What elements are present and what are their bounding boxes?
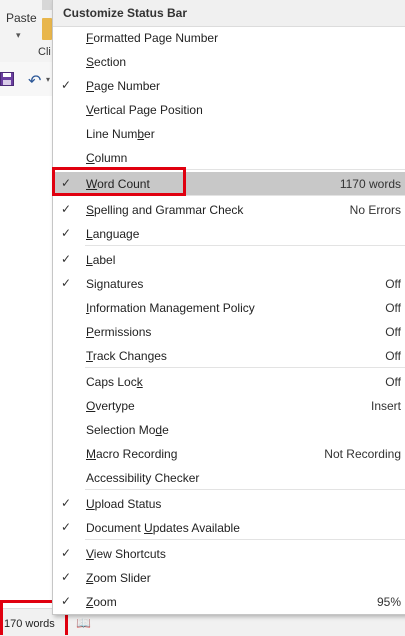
menu-item[interactable]: Section — [53, 50, 405, 74]
checkmark-icon: ✓ — [61, 546, 72, 560]
clipboard-icon — [42, 18, 52, 40]
menu-item-label: Signatures — [86, 277, 144, 291]
menu-item[interactable]: Caps Lock Off — [53, 370, 405, 394]
menu-item[interactable]: ✓ Label — [53, 248, 405, 272]
menu-item-label: Column — [86, 151, 128, 165]
menu-item-label: Section — [86, 55, 127, 69]
checkmark-icon: ✓ — [61, 202, 72, 216]
menu-item[interactable]: Overtype Insert — [53, 394, 405, 418]
menu-item[interactable]: ✓ Document Updates Available — [53, 516, 405, 540]
menu-separator — [85, 539, 405, 540]
menu-item[interactable]: Information Management Policy Off — [53, 296, 405, 320]
menu-item-value: Insert — [370, 399, 401, 413]
menu-item-value: Off — [385, 325, 401, 339]
customize-status-bar-menu: Customize Status Bar Formatted Page Numb… — [52, 0, 405, 615]
menu-separator — [85, 367, 405, 368]
menu-item-label: Track Changes — [86, 349, 167, 363]
menu-item-label: Formatted Page Number — [86, 31, 219, 45]
menu-item[interactable]: ✓ Page Number — [53, 74, 405, 98]
undo-icon[interactable]: ↶ — [28, 71, 41, 91]
menu-item-label: Caps Lock — [86, 375, 143, 389]
menu-item[interactable]: ✓ Zoom 95% — [53, 590, 405, 614]
menu-title: Customize Status Bar — [63, 6, 188, 20]
menu-item-value: Off — [385, 277, 401, 291]
menu-item-value: 95% — [376, 595, 401, 609]
menu-item[interactable]: ✓ Upload Status — [53, 492, 405, 516]
paste-button[interactable]: Paste — [6, 11, 37, 25]
menu-item-label: Language — [86, 227, 140, 241]
checkmark-icon: ✓ — [61, 594, 72, 608]
menu-item-value: No Errors — [349, 203, 401, 217]
word-count-highlight — [52, 167, 186, 196]
menu-item-label: Line Number — [86, 127, 155, 141]
save-icon[interactable] — [0, 72, 14, 86]
menu-item-label: Permissions — [86, 325, 152, 339]
clipboard-group-label: Cli — [38, 46, 51, 58]
menu-item-label: Selection Mode — [86, 423, 169, 437]
menu-separator — [85, 245, 405, 246]
menu-item-label: Vertical Page Position — [86, 103, 203, 117]
menu-item[interactable]: Formatted Page Number — [53, 26, 405, 50]
menu-item[interactable]: Selection Mode — [53, 418, 405, 442]
menu-item-label: Spelling and Grammar Check — [86, 203, 244, 217]
menu-item-label: Information Management Policy — [86, 301, 255, 315]
menu-item-label: Label — [86, 253, 116, 267]
menu-item-label: View Shortcuts — [86, 547, 166, 561]
menu-item[interactable]: ✓ Zoom Slider — [53, 566, 405, 590]
menu-item-label: Accessibility Checker — [86, 471, 200, 485]
menu-item[interactable]: Macro Recording Not Recording — [53, 442, 405, 466]
checkmark-icon: ✓ — [61, 496, 72, 510]
checkmark-icon: ✓ — [61, 276, 72, 290]
menu-item-label: Zoom — [86, 595, 117, 609]
proofing-icon[interactable]: 📖 — [76, 616, 91, 630]
menu-item[interactable]: Accessibility Checker — [53, 466, 405, 490]
menu-item[interactable]: ✓ View Shortcuts — [53, 542, 405, 566]
menu-item-value: Off — [385, 375, 401, 389]
clipboard-icon-top — [42, 0, 52, 10]
checkmark-icon: ✓ — [61, 570, 72, 584]
menu-item[interactable]: Line Number — [53, 122, 405, 146]
checkmark-icon: ✓ — [61, 78, 72, 92]
menu-separator — [85, 489, 405, 490]
menu-title-bar: Customize Status Bar — [53, 0, 405, 27]
undo-dropdown-icon[interactable]: ▾ — [46, 75, 50, 84]
checkmark-icon: ✓ — [61, 226, 72, 240]
checkmark-icon: ✓ — [61, 252, 72, 266]
menu-item[interactable]: ✓ Spelling and Grammar Check No Errors — [53, 198, 405, 222]
menu-item-label: Zoom Slider — [86, 571, 151, 585]
menu-item-label: Document Updates Available — [86, 521, 240, 535]
menu-item-value: Off — [385, 301, 401, 315]
menu-item-value: 1170 words — [339, 177, 401, 191]
menu-item-label: Macro Recording — [86, 447, 178, 461]
menu-item-value: Off — [385, 349, 401, 363]
menu-item[interactable]: Permissions Off — [53, 320, 405, 344]
menu-item[interactable]: ✓ Signatures Off — [53, 272, 405, 296]
menu-item-label: Upload Status — [86, 497, 162, 511]
checkmark-icon: ✓ — [61, 520, 72, 534]
menu-item[interactable]: Vertical Page Position — [53, 98, 405, 122]
menu-item-label: Page Number — [86, 79, 161, 93]
paste-dropdown-icon[interactable]: ▾ — [16, 30, 21, 41]
menu-item-label: Overtype — [86, 399, 135, 413]
menu-item-value: Not Recording — [324, 447, 401, 461]
menu-item[interactable]: Track Changes Off — [53, 344, 405, 368]
menu-item[interactable]: ✓ Language — [53, 222, 405, 246]
